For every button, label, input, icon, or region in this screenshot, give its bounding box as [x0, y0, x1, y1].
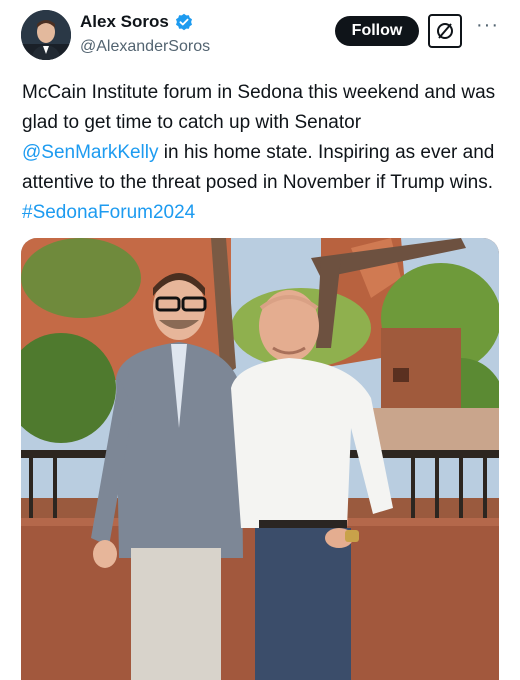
- hashtag-link[interactable]: #SedonaForum2024: [22, 202, 195, 223]
- verified-badge-icon: [175, 13, 193, 31]
- tweet-text-part-1: McCain Institute forum in Sedona this we…: [22, 82, 496, 133]
- display-name[interactable]: Alex Soros: [80, 12, 169, 32]
- more-dots-icon[interactable]: ···: [476, 14, 499, 37]
- grok-button[interactable]: [428, 14, 462, 48]
- avatar[interactable]: [21, 10, 71, 60]
- name-row: Alex Soros: [80, 12, 193, 32]
- mention-link[interactable]: @SenMarkKelly: [22, 142, 159, 163]
- tweet-header: Alex Soros @AlexanderSoros Follow ···: [0, 0, 520, 72]
- avatar-image: [21, 10, 71, 60]
- tweet-text: McCain Institute forum in Sedona this we…: [22, 78, 502, 228]
- follow-button[interactable]: Follow: [335, 16, 419, 46]
- grok-slash-icon: [437, 23, 453, 39]
- photo-image: [21, 238, 499, 680]
- tweet-photo[interactable]: [21, 238, 499, 680]
- user-handle[interactable]: @AlexanderSoros: [80, 38, 210, 56]
